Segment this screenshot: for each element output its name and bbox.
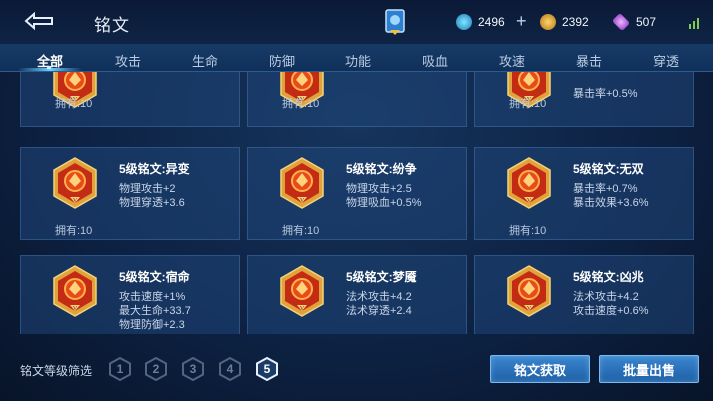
- emblem-attr: 暴击效果+3.6%: [573, 197, 649, 209]
- level-filter-label: 2: [152, 362, 160, 376]
- emblem-name: 5级铭文:宿命: [119, 270, 190, 284]
- tab-attack[interactable]: 攻击: [115, 51, 141, 70]
- gold-amount: 2392: [562, 15, 589, 29]
- level-filter-label: 4: [226, 362, 234, 376]
- emblem-name: 5级铭文:无双: [573, 162, 644, 176]
- emblem-name: 5级铭文:纷争: [346, 162, 417, 176]
- top-bar: 铭文 2496 + 2392 507: [0, 0, 713, 44]
- emblem-icon: [278, 264, 326, 318]
- tab-penetration[interactable]: 穿透: [653, 51, 679, 70]
- level-filter-4[interactable]: 4: [219, 356, 241, 382]
- gem-currency: 507: [611, 12, 657, 32]
- tab-attack-speed[interactable]: 攻速: [499, 51, 525, 70]
- emblem-card[interactable]: 暴击率+0.5% 拥有:10: [474, 72, 694, 127]
- emblem-attr: 攻击速度+0.6%: [573, 305, 649, 317]
- level-filter-1[interactable]: 1: [109, 356, 131, 382]
- level-filter-label: 3: [189, 362, 197, 376]
- owned-count: 拥有:10: [282, 98, 320, 110]
- level-filter-3[interactable]: 3: [182, 356, 204, 382]
- level-filter-label: 铭文等级筛选: [20, 364, 93, 378]
- signal-icon: [689, 18, 699, 29]
- tab-function[interactable]: 功能: [345, 51, 371, 70]
- bulk-sell-button[interactable]: 批量出售: [599, 355, 699, 383]
- page-title: 铭文: [94, 16, 130, 35]
- emblem-icon: [505, 264, 553, 318]
- owned-count: 拥有:10: [282, 225, 320, 237]
- add-currency-icon[interactable]: +: [516, 11, 527, 32]
- level-filter-5[interactable]: 5: [256, 356, 278, 382]
- gem-icon: [611, 12, 631, 32]
- gold-currency: 2392: [540, 13, 589, 31]
- diamond-icon: [456, 14, 472, 30]
- emblem-card[interactable]: 5级铭文:凶兆 法术攻击+4.2 攻击速度+0.6%: [474, 255, 694, 334]
- back-arrow-icon[interactable]: [22, 10, 56, 32]
- emblem-name: 5级铭文:异变: [119, 162, 190, 176]
- tab-lifesteal[interactable]: 吸血: [422, 51, 448, 70]
- emblem-card[interactable]: 5级铭文:纷争 物理攻击+2.5 物理吸血+0.5% 拥有:10: [247, 147, 467, 240]
- emblem-icon: [51, 264, 99, 318]
- category-tabs: 全部 攻击 生命 防御 功能 吸血 攻速 暴击 穿透: [0, 44, 713, 72]
- emblem-icon: [278, 156, 326, 210]
- acquire-emblem-button[interactable]: 铭文获取: [490, 355, 590, 383]
- active-tab-dot: [47, 66, 51, 69]
- emblem-icon: [505, 156, 553, 210]
- emblem-card[interactable]: 5级铭文:梦魇 法术攻击+4.2 法术穿透+2.4: [247, 255, 467, 334]
- emblem-card[interactable]: 5级铭文:异变 物理攻击+2 物理穿透+3.6 拥有:10: [20, 147, 240, 240]
- diamond-amount: 2496: [478, 15, 505, 29]
- emblem-grid: 拥有:10 拥有:10 暴击率+0.5% 拥有:10 5级铭文:异变 物理攻击+…: [0, 72, 713, 334]
- emblem-card[interactable]: 5级铭文:宿命 攻击速度+1% 最大生命+33.7 物理防御+2.3: [20, 255, 240, 334]
- emblem-name: 5级铭文:凶兆: [573, 270, 644, 284]
- tab-defense[interactable]: 防御: [269, 51, 295, 70]
- emblem-attr: 暴击率+0.5%: [573, 88, 638, 100]
- emblem-icon: [51, 156, 99, 210]
- level-filter-label: 1: [116, 362, 124, 376]
- emblem-card[interactable]: 拥有:10: [247, 72, 467, 127]
- emblem-card[interactable]: 5级铭文:无双 暴击率+0.7% 暴击效果+3.6% 拥有:10: [474, 147, 694, 240]
- gem-amount: 507: [636, 15, 657, 29]
- tab-crit[interactable]: 暴击: [576, 51, 602, 70]
- level-filter-label: 5: [263, 362, 271, 376]
- tab-health[interactable]: 生命: [192, 51, 218, 70]
- gold-coin-icon: [540, 14, 556, 30]
- emblem-attr: 物理防御+2.3: [119, 319, 185, 331]
- level-filter-2[interactable]: 2: [145, 356, 167, 382]
- owned-count: 拥有:10: [55, 225, 93, 237]
- diamond-currency: 2496: [456, 13, 505, 31]
- emblem-name: 5级铭文:梦魇: [346, 270, 417, 284]
- emblem-card[interactable]: 拥有:10: [20, 72, 240, 127]
- owned-count: 拥有:10: [55, 98, 93, 110]
- emblem-attr: 物理吸血+0.5%: [346, 197, 422, 209]
- emblem-attr: 物理穿透+3.6: [119, 197, 185, 209]
- emblem-book-icon[interactable]: [384, 8, 406, 36]
- owned-count: 拥有:10: [509, 98, 547, 110]
- owned-count: 拥有:10: [509, 225, 547, 237]
- emblem-attr: 法术穿透+2.4: [346, 305, 412, 317]
